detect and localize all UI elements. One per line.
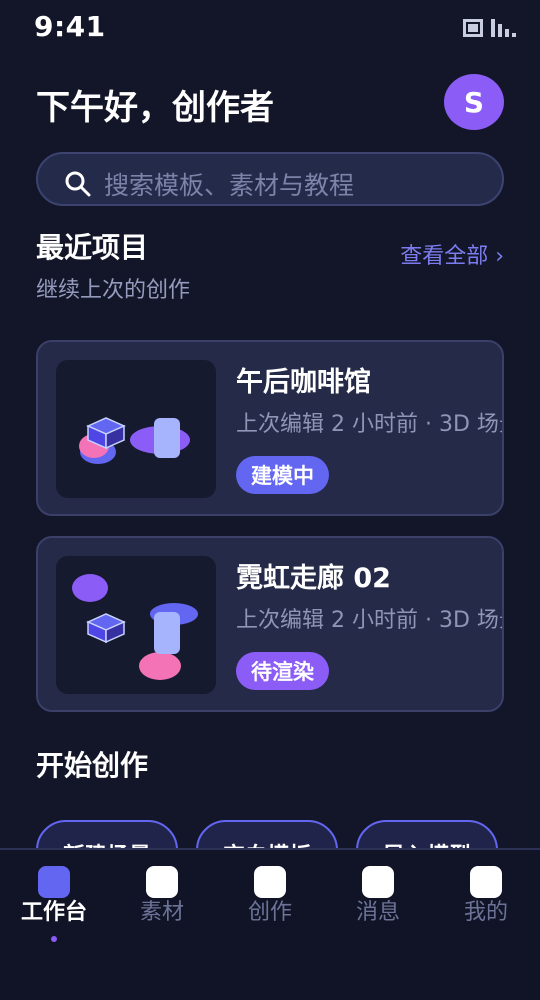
tab-label: 工作台 xyxy=(20,900,87,925)
status-bar: 9:41 xyxy=(0,0,540,56)
search-icon xyxy=(65,171,91,197)
status-badge: 建模中 xyxy=(236,456,329,494)
greeting-title: 下午好，创作者 xyxy=(36,88,274,128)
project-thumbnail xyxy=(56,556,216,694)
project-meta: 上次编辑 2 小时前 · 3D 场景 xyxy=(236,412,504,437)
recent-projects-subtitle: 继续上次的创作 xyxy=(36,278,191,303)
tab-messages[interactable]: 消息 xyxy=(324,850,432,950)
signal-icon xyxy=(491,19,516,37)
search-placeholder: 搜索模板、素材与教程 xyxy=(104,171,355,200)
start-creating-title: 开始创作 xyxy=(36,749,149,782)
tab-profile[interactable]: 我的 xyxy=(432,850,540,950)
tab-label: 创作 xyxy=(247,900,292,925)
project-card[interactable]: 午后咖啡馆 上次编辑 2 小时前 · 3D 场景 建模中 xyxy=(36,340,504,516)
project-name: 霓虹走廊 02 xyxy=(236,563,391,594)
bottom-tab-bar: 工作台 素材 创作 消息 我的 xyxy=(0,848,540,1000)
status-time: 9:41 xyxy=(34,10,106,43)
status-icons xyxy=(463,19,516,37)
project-thumbnail xyxy=(56,360,216,498)
tab-label: 消息 xyxy=(355,900,400,925)
tab-create[interactable]: 创作 xyxy=(216,850,324,950)
status-badge: 待渲染 xyxy=(236,652,329,690)
active-indicator xyxy=(51,936,57,942)
battery-icon xyxy=(463,19,483,37)
project-meta: 上次编辑 2 小时前 · 3D 场景 xyxy=(236,608,504,633)
tab-assets[interactable]: 素材 xyxy=(108,850,216,950)
recent-projects-title: 最近项目 xyxy=(36,231,149,264)
avatar[interactable]: S xyxy=(444,74,504,130)
project-name: 午后咖啡馆 xyxy=(236,367,371,398)
search-input[interactable]: 搜索模板、素材与教程 xyxy=(36,152,504,206)
project-card[interactable]: 霓虹走廊 02 上次编辑 2 小时前 · 3D 场景 待渲染 xyxy=(36,536,504,712)
tab-workbench[interactable]: 工作台 xyxy=(0,850,108,950)
view-all-link[interactable]: 查看全部 › xyxy=(400,238,504,270)
tab-label: 我的 xyxy=(463,900,508,925)
tab-label: 素材 xyxy=(139,900,184,925)
